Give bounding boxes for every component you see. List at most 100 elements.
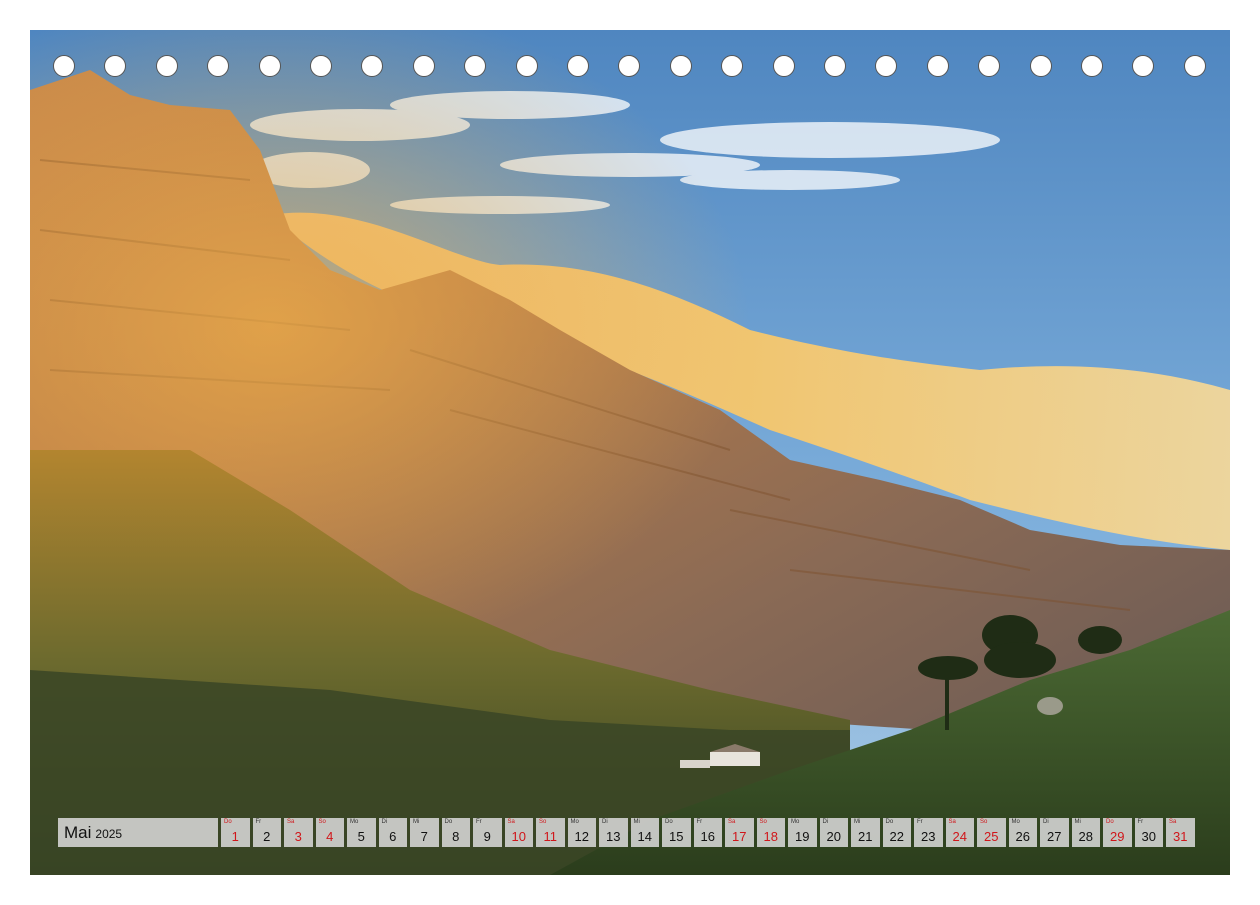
day-cell: Di 20 — [819, 818, 848, 847]
day-cell: Mi 14 — [630, 818, 659, 847]
binding-hole — [926, 55, 949, 77]
day-number: 27 — [1047, 829, 1062, 844]
weekday-label: So — [759, 819, 767, 825]
day-number: 17 — [732, 829, 747, 844]
weekday-label: Do — [885, 819, 894, 825]
weekday-label: Sa — [1169, 819, 1177, 825]
binding-hole — [824, 55, 846, 77]
day-number: 23 — [921, 829, 936, 844]
day-number: 2 — [263, 829, 271, 844]
month-label: Mai 2025 — [58, 818, 218, 847]
day-number: 12 — [574, 829, 589, 844]
weekday-label: Do — [224, 819, 232, 825]
weekday-label: Di — [1043, 819, 1049, 825]
weekday-label: Mo — [570, 819, 579, 825]
day-number: 5 — [357, 829, 365, 844]
binding-hole — [104, 55, 127, 77]
day-number: 15 — [669, 829, 684, 844]
binding-hole — [721, 55, 744, 77]
binding-hole — [361, 55, 384, 77]
binding-hole — [155, 55, 178, 77]
day-number: 16 — [700, 829, 715, 844]
day-cell: Di 6 — [378, 818, 407, 847]
day-cell: Fr 23 — [914, 818, 943, 847]
weekday-label: Sa — [948, 819, 956, 825]
year-label: 2025 — [95, 827, 123, 841]
day-cell: Do 8 — [441, 818, 470, 847]
weekday-label: Mi — [633, 819, 640, 825]
weekday-label: Fr — [1137, 819, 1144, 825]
day-number: 29 — [1110, 829, 1125, 844]
binding-hole — [875, 55, 898, 77]
day-number: 24 — [952, 829, 967, 844]
binding-hole — [207, 55, 230, 77]
day-cell: Do 22 — [882, 818, 911, 847]
day-cell: Di 27 — [1040, 818, 1069, 847]
binding-hole — [515, 55, 538, 77]
binding-hole — [1183, 55, 1206, 77]
day-cell: Do 1 — [221, 818, 250, 847]
day-number: 25 — [984, 829, 999, 844]
binding-hole — [618, 55, 641, 77]
day-cell: Fr 2 — [252, 818, 281, 847]
day-number: 19 — [795, 829, 810, 844]
weekday-label: Sa — [287, 819, 295, 825]
day-number: 8 — [452, 829, 460, 844]
day-cell: Sa 10 — [504, 818, 533, 847]
binding-holes — [0, 0, 1260, 100]
weekday-label: Mi — [854, 819, 861, 825]
day-number: 4 — [326, 829, 334, 844]
binding-hole — [669, 55, 692, 77]
day-cell: Mo 19 — [788, 818, 817, 847]
day-cell: Mi 28 — [1071, 818, 1100, 847]
day-number: 3 — [294, 829, 302, 844]
weekday-label: Mo — [791, 819, 800, 825]
day-number: 20 — [826, 829, 841, 844]
day-number: 9 — [483, 829, 491, 844]
day-cell: So 11 — [536, 818, 565, 847]
weekday-label: So — [980, 819, 988, 825]
calendar-page — [30, 30, 1230, 875]
weekday-label: Mi — [413, 819, 420, 825]
binding-hole — [1132, 55, 1155, 77]
day-cell: Mi 7 — [410, 818, 439, 847]
day-cell: Mo 26 — [1008, 818, 1037, 847]
weekday-label: Fr — [255, 819, 262, 825]
binding-hole — [978, 55, 1001, 77]
day-cell: Mo 12 — [567, 818, 596, 847]
day-number: 7 — [420, 829, 428, 844]
day-number: 31 — [1173, 829, 1188, 844]
weekday-label: Di — [602, 819, 608, 825]
day-cell: Mi 21 — [851, 818, 880, 847]
binding-hole — [772, 55, 795, 77]
day-number: 1 — [231, 829, 239, 844]
day-number: 6 — [389, 829, 397, 844]
weekday-label: Di — [381, 819, 388, 825]
calendar-strip: Mai 2025 Do 1 Fr 2 Sa 3 So 4 Mo 5 Di 6 Mi 7 Do 8 Fr 9 Sa 10… — [58, 818, 1195, 847]
day-cell: Fr 30 — [1134, 818, 1163, 847]
day-cell: So 4 — [315, 818, 344, 847]
binding-hole — [464, 55, 487, 77]
day-number: 30 — [1141, 829, 1156, 844]
weekday-label: Mo — [1011, 819, 1020, 825]
weekday-label: Do — [665, 819, 673, 825]
weekday-label: Mi — [1074, 819, 1081, 825]
binding-hole — [258, 55, 281, 77]
day-number: 18 — [763, 829, 778, 844]
weekday-label: Do — [444, 819, 453, 825]
day-cell: Fr 16 — [693, 818, 722, 847]
binding-hole — [53, 55, 75, 77]
weekday-label: Sa — [728, 819, 736, 825]
day-cell: Do 15 — [662, 818, 691, 847]
binding-hole — [567, 55, 589, 77]
day-number: 21 — [858, 829, 873, 844]
weekday-label: Fr — [476, 819, 482, 825]
day-cell: Sa 31 — [1166, 818, 1195, 847]
weekday-label: So — [539, 819, 547, 825]
weekday-label: Sa — [507, 819, 515, 825]
day-cell: Sa 3 — [284, 818, 313, 847]
weekday-label: Fr — [696, 819, 703, 825]
day-cell: Mo 5 — [347, 818, 376, 847]
weekday-label: Di — [822, 819, 829, 825]
day-cell: Do 29 — [1103, 818, 1132, 847]
